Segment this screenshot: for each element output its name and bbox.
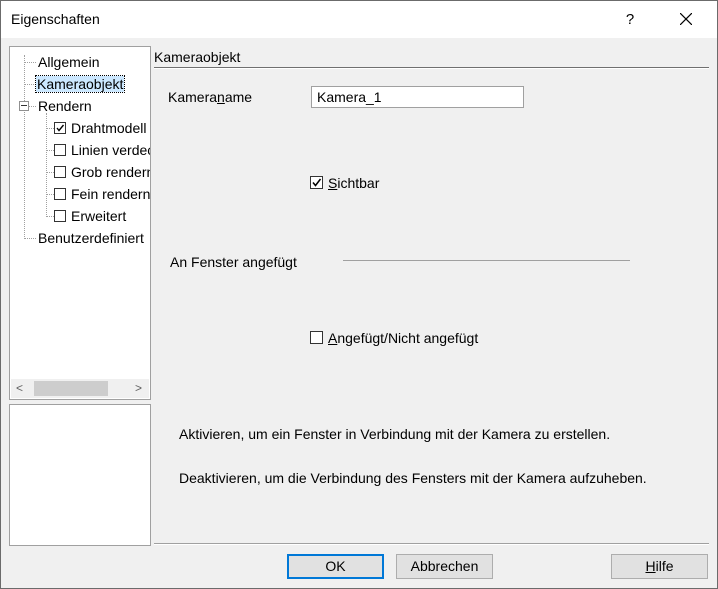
tree-item-kameraobjekt[interactable]: Kameraobjekt bbox=[34, 74, 126, 94]
checkmark-icon bbox=[312, 178, 322, 187]
category-tree[interactable]: Allgemein Kameraobjekt Rendern Drahtmode… bbox=[9, 46, 151, 400]
close-icon bbox=[680, 13, 692, 25]
section-title: Kameraobjekt bbox=[154, 49, 241, 65]
tree-checkbox-grob-rendern[interactable] bbox=[54, 166, 66, 178]
attached-label[interactable]: Angefügt/Nicht angefügt bbox=[328, 330, 478, 346]
checkmark-icon bbox=[56, 124, 65, 132]
help-text-activate: Aktivieren, um ein Fenster in Verbindung… bbox=[179, 426, 611, 442]
tree-item-label: Grob rendern bbox=[71, 164, 151, 180]
tree-item-label: Benutzerdefiniert bbox=[38, 230, 144, 246]
tree-item-rendern[interactable]: Rendern bbox=[38, 96, 92, 116]
description-panel bbox=[9, 404, 151, 546]
tree-item-label: Kameraobjekt bbox=[34, 75, 126, 93]
section-divider bbox=[154, 67, 709, 69]
tree-connector bbox=[46, 150, 54, 151]
tree-item-grob-rendern[interactable]: Grob rendern bbox=[71, 162, 151, 182]
tree-item-label: Erweitert bbox=[71, 208, 127, 224]
tree-connector bbox=[46, 128, 54, 129]
question-mark-icon: ? bbox=[625, 11, 635, 28]
footer-divider bbox=[154, 543, 709, 545]
tree-item-allgemein[interactable]: Allgemein bbox=[38, 52, 99, 72]
cancel-button[interactable]: Abbrechen bbox=[396, 554, 493, 579]
visible-checkbox[interactable] bbox=[310, 176, 323, 189]
tree-connector bbox=[24, 84, 36, 85]
title-bar: Eigenschaften ? bbox=[1, 1, 717, 38]
tree-connector bbox=[24, 62, 36, 63]
visible-label[interactable]: Sichtbar bbox=[328, 175, 379, 191]
tree-item-benutzerdefiniert[interactable]: Benutzerdefiniert bbox=[38, 228, 144, 248]
tree-connector bbox=[29, 106, 36, 107]
tree-item-label: Linien verdeckt bbox=[71, 142, 150, 158]
chevron-left-icon: < bbox=[15, 381, 23, 395]
group-divider bbox=[343, 260, 630, 261]
tree-connector bbox=[24, 55, 25, 239]
tree-connector bbox=[46, 216, 54, 217]
help-text-deactivate: Deaktivieren, um die Verbindung des Fens… bbox=[179, 470, 647, 486]
horizontal-scrollbar[interactable]: < > bbox=[11, 379, 149, 398]
scroll-right-button[interactable]: > bbox=[130, 379, 147, 398]
tree-checkbox-drahtmodell[interactable] bbox=[54, 122, 66, 134]
tree-item-label: Rendern bbox=[38, 98, 92, 114]
chevron-right-icon: > bbox=[134, 381, 142, 395]
tree-checkbox-erweitert[interactable] bbox=[54, 210, 66, 222]
tree-item-linien-verdeckt[interactable]: Linien verdeckt bbox=[71, 140, 150, 160]
scroll-left-button[interactable]: < bbox=[11, 379, 28, 398]
tree-connector bbox=[46, 194, 54, 195]
tree-connector bbox=[24, 238, 36, 239]
collapse-icon[interactable] bbox=[19, 101, 29, 111]
camera-name-label: Kameraname bbox=[168, 89, 253, 105]
tree-item-label: Drahtmodell bbox=[71, 120, 147, 136]
tree-connector bbox=[46, 172, 54, 173]
properties-dialog: Eigenschaften ? Allgemein Kameraobjekt R… bbox=[0, 0, 718, 589]
tree-item-label: Fein rendern bbox=[71, 186, 151, 202]
ok-button[interactable]: OK bbox=[287, 554, 384, 579]
tree-checkbox-linien-verdeckt[interactable] bbox=[54, 144, 66, 156]
help-button[interactable]: Hilfe bbox=[611, 554, 708, 579]
attached-group-label: An Fenster angefügt bbox=[170, 254, 297, 270]
tree-item-erweitert[interactable]: Erweitert bbox=[71, 206, 126, 226]
tree-item-fein-rendern[interactable]: Fein rendern bbox=[71, 184, 150, 204]
scrollbar-thumb[interactable] bbox=[34, 381, 108, 396]
camera-name-input[interactable]: Kamera_1 bbox=[311, 86, 524, 108]
window-title: Eigenschaften bbox=[11, 11, 100, 27]
attached-checkbox[interactable] bbox=[310, 331, 323, 344]
help-title-button[interactable]: ? bbox=[607, 1, 653, 38]
tree-item-label: Allgemein bbox=[38, 54, 100, 70]
tree-item-drahtmodell[interactable]: Drahtmodell bbox=[71, 118, 146, 138]
close-button[interactable] bbox=[663, 1, 709, 38]
tree-checkbox-fein-rendern[interactable] bbox=[54, 188, 66, 200]
